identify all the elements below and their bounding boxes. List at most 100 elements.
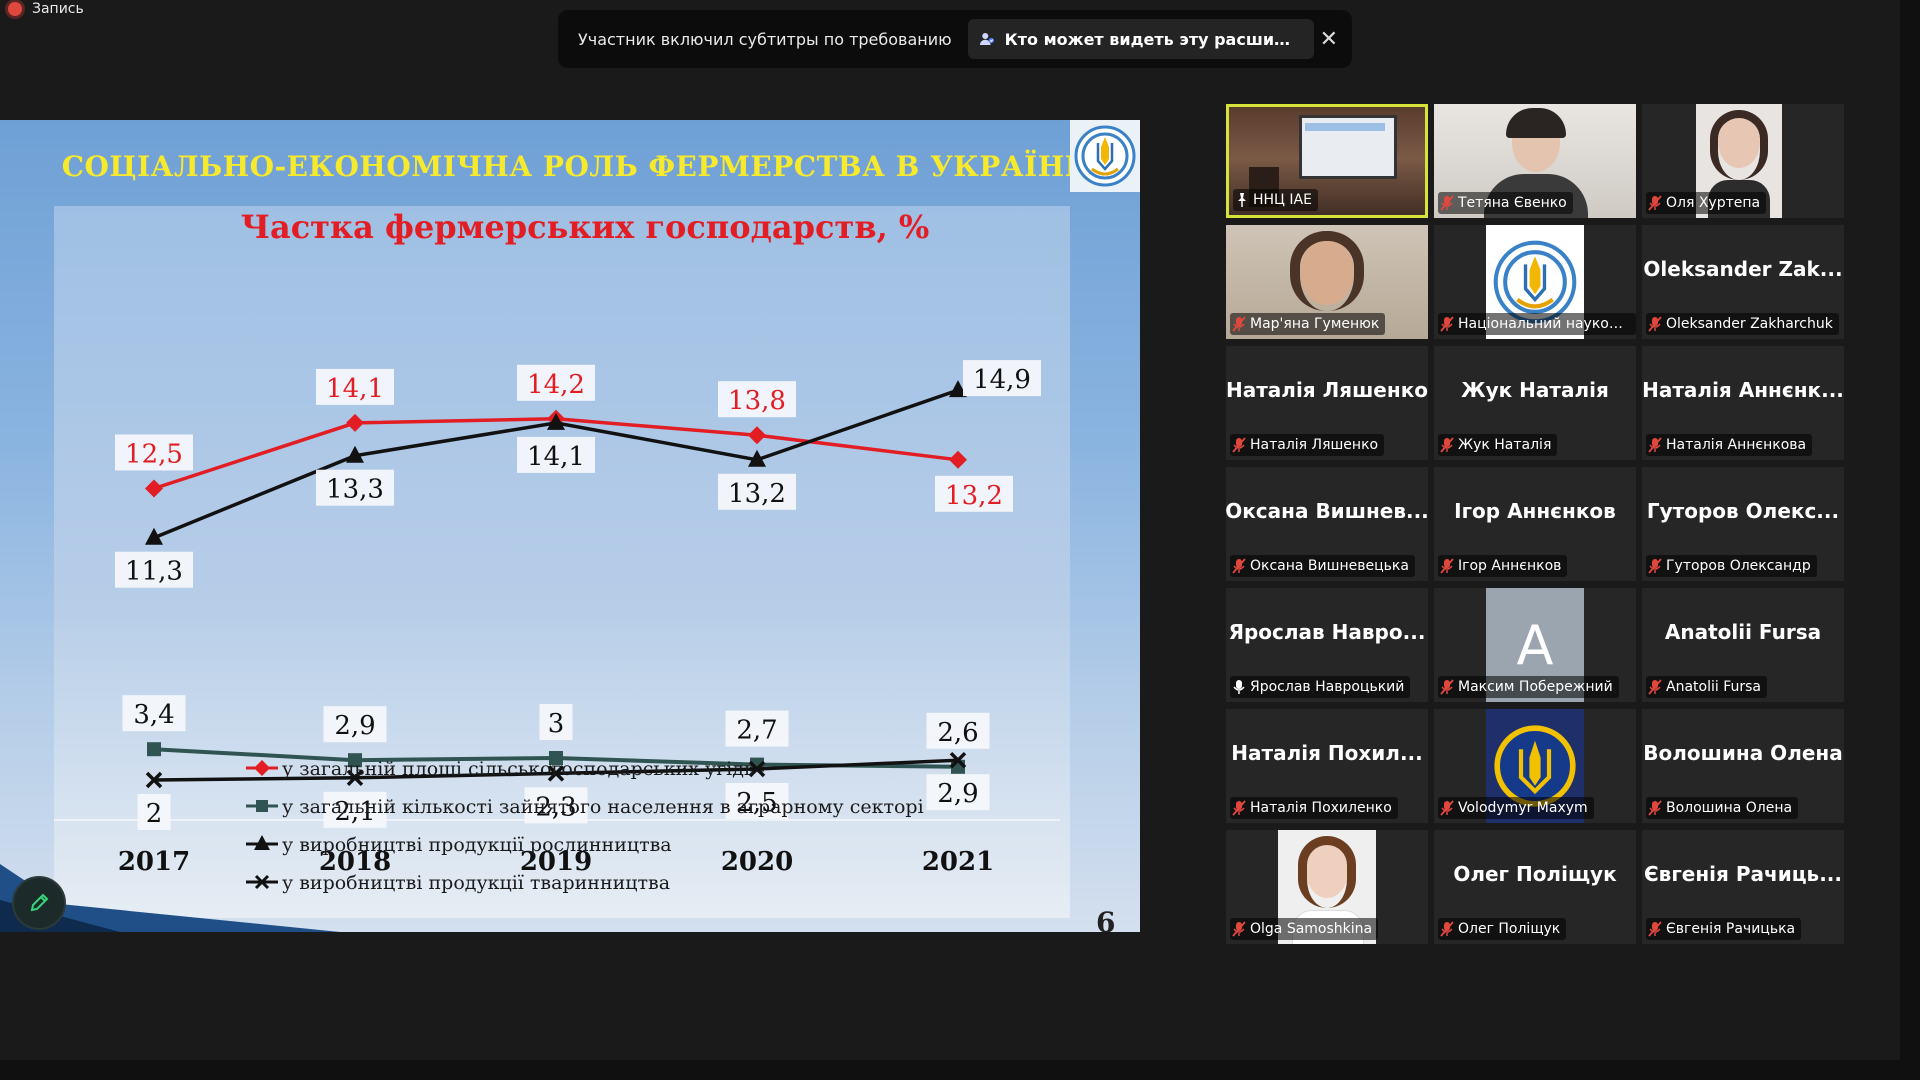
transcript-visibility-button[interactable]: Кто может видеть эту расшифровку? За... bbox=[967, 19, 1314, 59]
legend-entry: у загальній кількості зайнятого населенн… bbox=[282, 796, 924, 818]
x-tick-label: 2017 bbox=[118, 847, 190, 877]
participant-tile[interactable]: Olga Samoshkina bbox=[1226, 830, 1428, 944]
legend-marker bbox=[256, 800, 268, 812]
mic-muted-icon bbox=[1232, 800, 1246, 816]
participant-display-name: Ярослав Навро... bbox=[1228, 620, 1426, 644]
participant-name-label: Оля Хуртепа bbox=[1646, 192, 1767, 214]
recording-indicator[interactable]: Запись bbox=[8, 0, 84, 18]
data-label: 13,2 bbox=[945, 481, 1003, 511]
participant-name-label: ННЦ ІАЕ bbox=[1233, 189, 1318, 211]
data-label: 14,2 bbox=[527, 370, 585, 400]
participant-name-label: Olga Samoshkina bbox=[1230, 918, 1379, 940]
participant-display-name: Гуторов Олекс... bbox=[1646, 499, 1840, 523]
participant-tile[interactable]: Ярослав Навро... Ярослав Навроцький bbox=[1226, 588, 1428, 702]
legend-entry: у виробництві продукції рослинництва bbox=[282, 834, 672, 856]
annotate-button[interactable] bbox=[12, 876, 66, 930]
mic-muted-icon bbox=[1648, 921, 1662, 937]
data-label: 2,9 bbox=[334, 711, 375, 741]
close-icon[interactable]: ✕ bbox=[1314, 27, 1344, 52]
participant-name-label: Мар'яна Гуменюк bbox=[1230, 313, 1386, 335]
participant-name-label: Тетяна Євенко bbox=[1438, 192, 1573, 214]
participant-tile[interactable]: Мар'яна Гуменюк bbox=[1226, 225, 1428, 339]
participant-name: Оля Хуртепа bbox=[1666, 195, 1761, 211]
participant-name-label: Національний науков... bbox=[1438, 313, 1636, 335]
participant-name: Національний науков... bbox=[1458, 316, 1630, 332]
participant-name-label: Олег Поліщук bbox=[1438, 918, 1567, 940]
participant-name-label: Жук Наталія bbox=[1438, 434, 1558, 456]
participant-tile[interactable]: Гуторов Олекс... Гуторов Олександр bbox=[1642, 467, 1844, 581]
participant-name-label: Наталія Похиленко bbox=[1230, 797, 1398, 819]
notification-text: Участник включил субтитры по требованию bbox=[578, 29, 952, 49]
participant-tile[interactable]: Оксана Вишнев... Оксана Вишневецька bbox=[1226, 467, 1428, 581]
data-label: 13,8 bbox=[728, 386, 786, 416]
mic-muted-icon bbox=[1232, 316, 1246, 332]
caption-notification: Участник включил субтитры по требованию … bbox=[558, 10, 1352, 68]
meeting-window: Запись Участник включил субтитры по треб… bbox=[0, 0, 1920, 1080]
mic-muted-icon bbox=[1232, 437, 1246, 453]
participant-tile[interactable]: Anatolii Fursa Anatolii Fursa bbox=[1642, 588, 1844, 702]
mic-muted-icon bbox=[1648, 316, 1662, 332]
data-point bbox=[949, 450, 967, 469]
data-label: 2 bbox=[146, 799, 163, 829]
participant-name-label: Ігор Аннєнков bbox=[1438, 555, 1568, 577]
participant-name-label: Anatolii Fursa bbox=[1646, 676, 1767, 698]
mic-muted-icon bbox=[1440, 558, 1454, 574]
legend-marker bbox=[254, 760, 270, 776]
pencil-icon bbox=[30, 893, 49, 912]
mic-muted-icon bbox=[1648, 437, 1662, 453]
participant-name: Olga Samoshkina bbox=[1250, 921, 1373, 937]
participant-name: Жук Наталія bbox=[1458, 437, 1552, 453]
participant-tile[interactable]: Волошина Олена Волошина Олена bbox=[1642, 709, 1844, 823]
participant-name-label: Наталія Ляшенко bbox=[1230, 434, 1385, 456]
participant-name-label: Volodymyr Maxym bbox=[1438, 797, 1594, 819]
data-point bbox=[748, 426, 766, 445]
transcript-visibility-label: Кто может видеть эту расшифровку? За... bbox=[1004, 29, 1302, 49]
data-point bbox=[346, 413, 364, 432]
participant-name-label: Максим Побережний bbox=[1438, 676, 1619, 698]
participant-display-name: Євгенія Рачиць... bbox=[1644, 862, 1842, 886]
participant-tile[interactable]: Євгенія Рачиць... Євгенія Рачицька bbox=[1642, 830, 1844, 944]
mic-muted-icon bbox=[1648, 558, 1662, 574]
data-label: 2,7 bbox=[736, 716, 777, 746]
participant-name: Тетяна Євенко bbox=[1458, 195, 1567, 211]
recording-label: Запись bbox=[32, 1, 84, 17]
participant-name: Наталія Похиленко bbox=[1250, 800, 1392, 816]
pin-icon bbox=[1238, 193, 1246, 207]
participant-tile[interactable]: Oleksander Zak... Oleksander Zakharchuk bbox=[1642, 225, 1844, 339]
participant-tile[interactable]: Олег Поліщук Олег Поліщук bbox=[1434, 830, 1636, 944]
participant-name-label: Оксана Вишневецька bbox=[1230, 555, 1415, 577]
participant-tile[interactable]: Наталія Ляшенко Наталія Ляшенко bbox=[1226, 346, 1428, 460]
x-tick-label: 2020 bbox=[721, 847, 793, 877]
participant-display-name: Олег Поліщук bbox=[1453, 862, 1617, 886]
participant-tile[interactable]: Тетяна Євенко bbox=[1434, 104, 1636, 218]
participant-tile[interactable]: ННЦ ІАЕ bbox=[1226, 104, 1428, 218]
data-point bbox=[145, 479, 163, 498]
participant-tile[interactable]: Volodymyr Maxym bbox=[1434, 709, 1636, 823]
participant-name-label: Волошина Олена bbox=[1646, 797, 1799, 819]
participant-name: Ярослав Навроцький bbox=[1250, 679, 1405, 695]
participant-name: Олег Поліщук bbox=[1458, 921, 1561, 937]
participant-tile[interactable]: Наталія Аннєнк... Наталія Аннєнкова bbox=[1642, 346, 1844, 460]
participant-display-name: Наталія Похил... bbox=[1231, 741, 1423, 765]
mic-muted-icon bbox=[1440, 316, 1454, 332]
mic-muted-icon bbox=[1440, 679, 1454, 695]
participant-name: Наталія Аннєнкова bbox=[1666, 437, 1807, 453]
mic-muted-icon bbox=[1440, 437, 1454, 453]
participant-tile[interactable]: A Максим Побережний bbox=[1434, 588, 1636, 702]
data-label: 3,4 bbox=[133, 700, 174, 730]
participant-tile[interactable]: Жук Наталія Жук Наталія bbox=[1434, 346, 1636, 460]
participant-tile[interactable]: Національний науков... bbox=[1434, 225, 1636, 339]
participant-name: Мар'яна Гуменюк bbox=[1250, 316, 1380, 332]
data-label: 2,6 bbox=[937, 718, 978, 748]
window-edge bbox=[1900, 0, 1920, 1080]
participant-tile[interactable]: Оля Хуртепа bbox=[1642, 104, 1844, 218]
toolbar-area bbox=[0, 1060, 1900, 1080]
legend-entry: у виробництві продукції тваринництва bbox=[282, 872, 670, 894]
participant-name-label: Гуторов Олександр bbox=[1646, 555, 1817, 577]
participant-tile[interactable]: Наталія Похил... Наталія Похиленко bbox=[1226, 709, 1428, 823]
data-label: 14,9 bbox=[973, 365, 1031, 395]
participant-display-name: Волошина Олена bbox=[1643, 741, 1843, 765]
chart-title: Частка фермерських господарств, % bbox=[241, 208, 930, 246]
participant-name-label: Ярослав Навроцький bbox=[1230, 676, 1411, 698]
participant-tile[interactable]: Ігор Аннєнков Ігор Аннєнков bbox=[1434, 467, 1636, 581]
